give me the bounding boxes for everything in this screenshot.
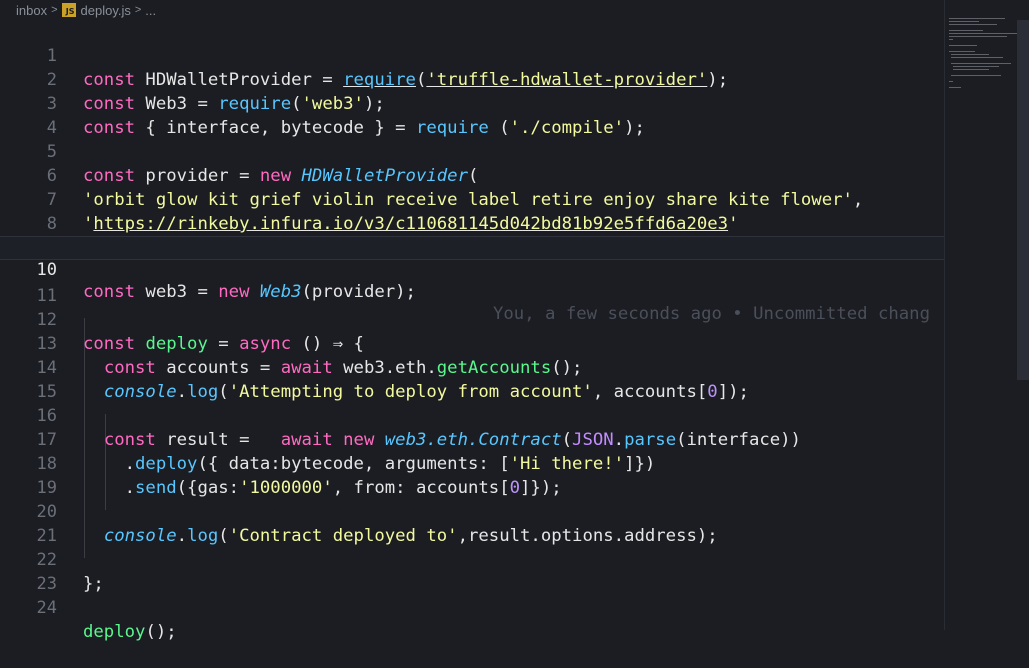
minimap-line bbox=[951, 54, 989, 55]
code-text: deploy(); bbox=[83, 622, 177, 642]
code-line[interactable]: 8 ); bbox=[0, 188, 944, 258]
code-line[interactable]: 21 bbox=[0, 500, 944, 546]
code-line[interactable]: 18 .send({gas:'1000000', from: accounts[… bbox=[0, 428, 944, 498]
breadcrumb: inbox > JS deploy.js > ... bbox=[0, 0, 1029, 20]
minimap-line bbox=[949, 81, 953, 82]
code-line[interactable]: 5 const provider = new HDWalletProvider( bbox=[0, 116, 944, 186]
minimap-line bbox=[951, 57, 1003, 58]
code-line[interactable]: 16 const result = await new web3.eth.Con… bbox=[0, 380, 944, 450]
code-line[interactable]: 6 'orbit glow kit grief violin receive l… bbox=[0, 140, 944, 210]
code-line[interactable]: 11 bbox=[0, 260, 944, 306]
code-line[interactable]: 13 const accounts = await web3.eth.getAc… bbox=[0, 308, 944, 378]
chevron-right-icon: > bbox=[51, 4, 58, 16]
minimap-line bbox=[949, 45, 977, 46]
minimap-line bbox=[949, 39, 953, 40]
minimap-line bbox=[949, 33, 1017, 34]
code-line[interactable]: 7 'https://rinkeby.infura.io/v3/c1106811… bbox=[0, 164, 944, 234]
minimap-line bbox=[953, 66, 999, 67]
minimap-line bbox=[949, 24, 997, 25]
breadcrumb-file[interactable]: deploy.js bbox=[81, 3, 131, 18]
code-line[interactable]: 3 const { interface, bytecode } = requir… bbox=[0, 68, 944, 138]
minimap-line bbox=[951, 75, 1001, 76]
code-line-active[interactable]: 10 const web3 = new Web3(provider); You,… bbox=[0, 236, 944, 324]
minimap-line bbox=[951, 63, 1011, 64]
minimap-line bbox=[949, 30, 983, 31]
javascript-file-icon: JS bbox=[61, 3, 76, 17]
minimap-line bbox=[949, 51, 975, 52]
line-number: 24 bbox=[36, 598, 57, 618]
minimap-line bbox=[953, 69, 989, 70]
code-editor[interactable]: 1 const HDWalletProvider = require('truf… bbox=[0, 20, 944, 642]
minimap-line bbox=[949, 36, 1007, 37]
code-line[interactable]: 15 bbox=[0, 356, 944, 402]
minimap-line bbox=[949, 87, 961, 88]
chevron-right-icon: > bbox=[134, 4, 142, 16]
scrollbar-thumb[interactable] bbox=[1017, 20, 1029, 380]
code-line[interactable]: 2 const Web3 = require('web3'); bbox=[0, 44, 944, 114]
minimap-line bbox=[949, 21, 979, 22]
code-line[interactable]: 9 bbox=[0, 212, 944, 258]
code-line[interactable]: 1 const HDWalletProvider = require('truf… bbox=[0, 20, 944, 90]
code-line[interactable]: 19 bbox=[0, 452, 944, 498]
code-line[interactable]: 17 .deploy({ data:bytecode, arguments: [… bbox=[0, 404, 944, 474]
minimap-line bbox=[949, 18, 1005, 19]
code-line[interactable]: 14 console.log('Attempting to deploy fro… bbox=[0, 332, 944, 402]
code-line[interactable]: 20 console.log('Contract deployed to',re… bbox=[0, 476, 944, 546]
code-line[interactable]: 12 const deploy = async () ⇒ { bbox=[0, 284, 944, 354]
breadcrumb-more[interactable]: ... bbox=[145, 3, 156, 18]
code-line[interactable]: 4 bbox=[0, 92, 944, 138]
code-line[interactable]: 24 deploy(); bbox=[0, 572, 944, 642]
code-line[interactable]: 23 bbox=[0, 548, 944, 594]
code-line[interactable]: 22 }; bbox=[0, 524, 944, 594]
breadcrumb-folder[interactable]: inbox bbox=[16, 3, 47, 18]
